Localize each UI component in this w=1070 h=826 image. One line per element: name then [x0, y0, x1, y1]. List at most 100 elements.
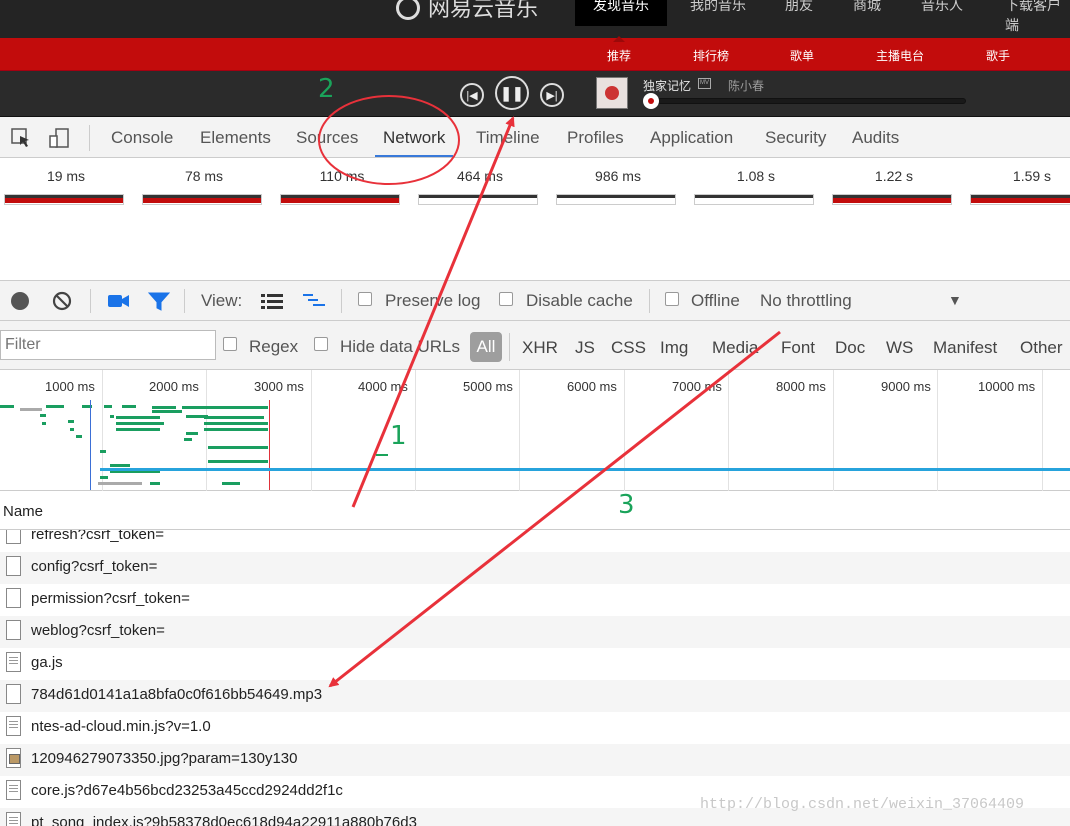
nav-mall[interactable]: 商城: [853, 0, 881, 26]
disable-cache-label[interactable]: Disable cache: [526, 291, 633, 311]
regex-label[interactable]: Regex: [249, 337, 298, 357]
tab-profiles[interactable]: Profiles: [567, 128, 624, 148]
tab-audits[interactable]: Audits: [852, 128, 899, 148]
table-row[interactable]: 784d61d0141a1a8bfa0c0f616bb54649.mp3: [0, 680, 1070, 712]
toolbar-divider: [90, 289, 91, 313]
frame-thumbnail[interactable]: [280, 194, 400, 205]
pause-button[interactable]: ❚❚: [495, 76, 529, 110]
grid-line: [624, 370, 625, 491]
filter-input[interactable]: [0, 330, 216, 360]
song-title[interactable]: 独家记忆: [643, 77, 691, 94]
request-name: 120946279073350.jpg?param=130y130: [31, 750, 298, 767]
frame-thumbnail[interactable]: [4, 194, 124, 205]
subnav-recommend[interactable]: 推荐: [607, 36, 631, 64]
frame-thumbnail[interactable]: [832, 194, 952, 205]
frame-thumbnail[interactable]: [418, 194, 538, 205]
capture-screenshots-icon[interactable]: [108, 293, 130, 309]
tick-label: 9000 ms: [881, 379, 931, 394]
frame-thumbnail[interactable]: [556, 194, 676, 205]
media-request-bar: [100, 468, 1070, 471]
type-css-button[interactable]: CSS: [611, 338, 646, 358]
tick-label: 3000 ms: [254, 379, 304, 394]
frame-thumbnail[interactable]: [142, 194, 262, 205]
tab-elements[interactable]: Elements: [200, 128, 271, 148]
large-rows-icon[interactable]: [261, 293, 283, 309]
offline-label[interactable]: Offline: [691, 291, 740, 311]
regex-checkbox[interactable]: [223, 337, 237, 351]
type-media-button[interactable]: Media: [712, 338, 758, 358]
throttling-select[interactable]: No throttling: [760, 291, 852, 311]
request-name: ntes-ad-cloud.min.js?v=1.0: [31, 718, 211, 735]
request-name: config?csrf_token=: [31, 558, 158, 575]
nav-my-music[interactable]: 我的音乐: [690, 0, 746, 26]
toolbar-divider: [341, 289, 342, 313]
artist-name[interactable]: 陈小春: [728, 77, 764, 94]
frame-time: 78 ms: [184, 168, 224, 184]
request-name: 784d61d0141a1a8bfa0c0f616bb54649.mp3: [31, 686, 323, 703]
netease-topnav: 网易云音乐 发现音乐 我的音乐 朋友 商城 音乐人 下载客户端: [0, 0, 1070, 38]
tick-label: 10000 ms: [978, 379, 1036, 394]
nav-download[interactable]: 下载客户端: [1005, 0, 1070, 34]
hide-data-urls-label[interactable]: Hide data URLs: [340, 337, 460, 357]
prev-button[interactable]: |◀: [460, 83, 484, 107]
tab-console[interactable]: Console: [111, 128, 173, 148]
preserve-log-label[interactable]: Preserve log: [385, 291, 480, 311]
progress-track[interactable]: [650, 98, 966, 104]
netease-logo-icon: [396, 0, 420, 20]
clear-icon[interactable]: [52, 291, 72, 311]
grid-line: [102, 370, 103, 491]
name-column-header[interactable]: Name: [0, 491, 1070, 530]
waterfall-view-icon[interactable]: [303, 293, 327, 309]
type-img-button[interactable]: Img: [660, 338, 688, 358]
nav-discover[interactable]: 发现音乐: [575, 0, 667, 26]
frame-thumbnail[interactable]: [694, 194, 814, 205]
record-icon[interactable]: [11, 292, 29, 310]
tab-network[interactable]: Network: [374, 128, 454, 157]
next-button[interactable]: ▶|: [540, 83, 564, 107]
subnav-artists[interactable]: 歌手: [986, 47, 1010, 64]
network-toolbar: View: Preserve log Disable cache Offline…: [0, 281, 1070, 321]
preserve-log-checkbox[interactable]: [358, 292, 372, 306]
type-manifest-button[interactable]: Manifest: [933, 338, 997, 358]
next-icon: ▶|: [546, 89, 558, 102]
type-other-button[interactable]: Other: [1020, 338, 1063, 358]
tab-timeline[interactable]: Timeline: [476, 128, 540, 148]
subnav-playlists[interactable]: 歌单: [790, 47, 814, 64]
table-row[interactable]: ntes-ad-cloud.min.js?v=1.0: [0, 712, 1070, 744]
type-ws-button[interactable]: WS: [886, 338, 913, 358]
frame-thumbnail[interactable]: [970, 194, 1070, 205]
type-js-button[interactable]: JS: [575, 338, 595, 358]
mv-icon[interactable]: MV: [698, 78, 711, 89]
subnav-radio[interactable]: 主播电台: [876, 47, 924, 64]
request-name: permission?csrf_token=: [31, 590, 190, 607]
chevron-down-icon[interactable]: ▼: [948, 292, 962, 308]
tab-application[interactable]: Application: [650, 128, 733, 148]
tab-sources[interactable]: Sources: [296, 128, 358, 148]
view-label: View:: [201, 291, 243, 310]
table-row[interactable]: permission?csrf_token=: [0, 584, 1070, 616]
network-overview[interactable]: 1000 ms 2000 ms 3000 ms 4000 ms 5000 ms …: [0, 370, 1070, 491]
table-row[interactable]: refresh?csrf_token=: [0, 530, 1070, 552]
album-cover[interactable]: [596, 77, 628, 109]
type-font-button[interactable]: Font: [781, 338, 815, 358]
subnav-charts[interactable]: 排行榜: [693, 47, 729, 64]
table-row[interactable]: config?csrf_token=: [0, 552, 1070, 584]
type-xhr-button[interactable]: XHR: [522, 338, 558, 358]
hide-data-urls-checkbox[interactable]: [314, 337, 328, 351]
type-all-button[interactable]: All: [470, 332, 502, 362]
type-doc-button[interactable]: Doc: [835, 338, 865, 358]
file-icon: [6, 620, 21, 640]
netease-logo[interactable]: 网易云音乐: [396, 0, 538, 22]
disable-cache-checkbox[interactable]: [499, 292, 513, 306]
nav-friends[interactable]: 朋友: [785, 0, 813, 26]
inspect-icon[interactable]: [10, 127, 32, 149]
device-mode-icon[interactable]: [48, 127, 70, 149]
table-row[interactable]: 120946279073350.jpg?param=130y130: [0, 744, 1070, 776]
table-row[interactable]: ga.js: [0, 648, 1070, 680]
progress-knob[interactable]: [643, 93, 659, 109]
offline-checkbox[interactable]: [665, 292, 679, 306]
table-row[interactable]: weblog?csrf_token=: [0, 616, 1070, 648]
tab-security[interactable]: Security: [765, 128, 826, 148]
nav-musician[interactable]: 音乐人: [921, 0, 963, 26]
filter-icon[interactable]: [148, 292, 170, 311]
